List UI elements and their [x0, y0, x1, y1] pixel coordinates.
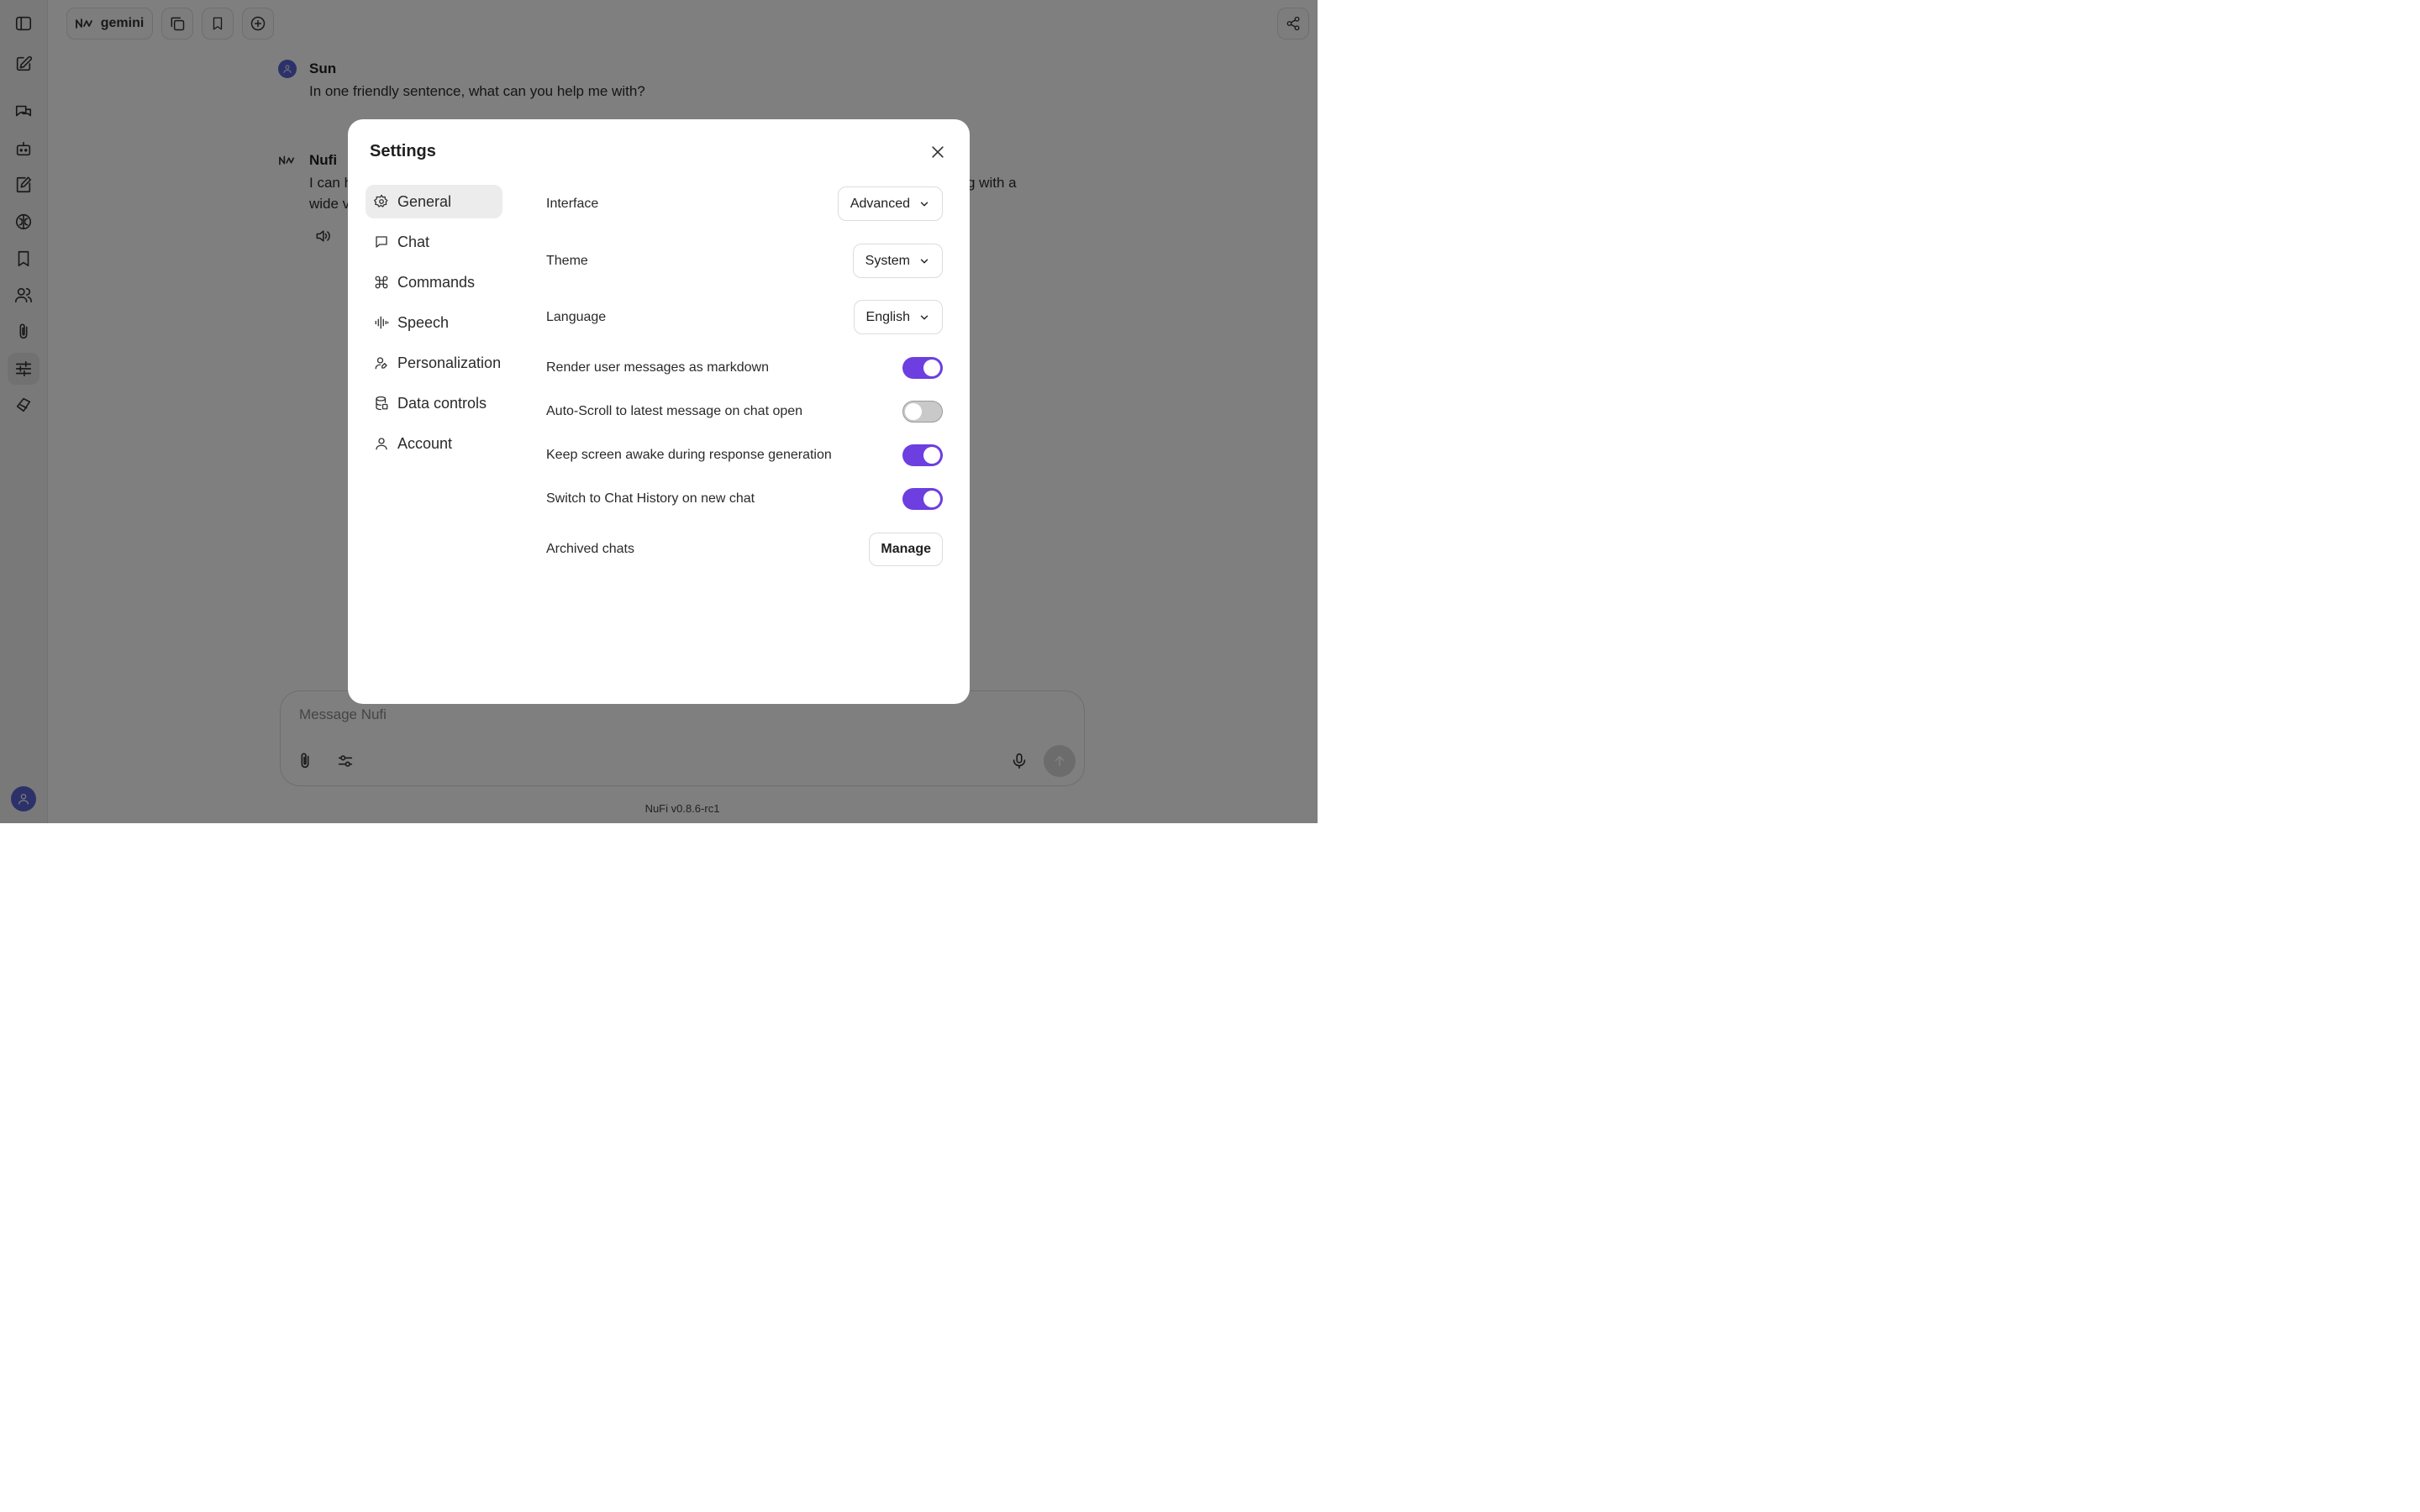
tab-commands[interactable]: Commands — [366, 265, 502, 299]
toggle-knob — [923, 491, 940, 507]
manage-archived-button[interactable]: Manage — [869, 533, 943, 566]
theme-dropdown[interactable]: System — [852, 244, 943, 278]
theme-value: System — [865, 253, 910, 268]
interface-label: Interface — [546, 196, 599, 211]
tab-speech[interactable]: Speech — [366, 306, 502, 339]
autoscroll-toggle-label: Auto-Scroll to latest message on chat op… — [546, 404, 803, 418]
theme-label: Theme — [546, 253, 588, 268]
markdown-toggle-row: Render user messages as markdown — [546, 357, 943, 379]
tab-data-controls-label: Data controls — [397, 394, 487, 412]
tab-general-label: General — [397, 192, 452, 210]
tab-data-controls[interactable]: Data controls — [366, 386, 502, 420]
user-pen-icon — [374, 355, 389, 370]
tab-chat[interactable]: Chat — [366, 225, 502, 259]
database-icon — [374, 396, 389, 411]
tab-commands-label: Commands — [397, 273, 476, 291]
chat-history-toggle-label: Switch to Chat History on new chat — [546, 491, 755, 506]
archived-chats-label: Archived chats — [546, 542, 634, 556]
tab-chat-label: Chat — [397, 233, 430, 250]
archived-chats-row: Archived chats Manage — [546, 533, 943, 566]
tab-account[interactable]: Account — [366, 427, 502, 460]
screen-awake-toggle[interactable] — [902, 444, 943, 466]
chat-history-toggle-row: Switch to Chat History on new chat — [546, 488, 943, 510]
chat-history-toggle[interactable] — [902, 488, 943, 510]
settings-nav: General Chat Commands Speech Personaliza… — [366, 185, 502, 467]
toggle-knob — [905, 403, 922, 420]
settings-modal: Settings General Chat Commands Speech Pe… — [348, 119, 970, 704]
modal-title: Settings — [370, 142, 436, 160]
chevron-down-icon — [918, 312, 930, 323]
tab-personalization-label: Personalization — [397, 354, 502, 371]
screen-awake-toggle-row: Keep screen awake during response genera… — [546, 444, 943, 466]
tab-speech-label: Speech — [397, 313, 450, 331]
tab-personalization[interactable]: Personalization — [366, 346, 502, 380]
interface-dropdown[interactable]: Advanced — [837, 186, 943, 221]
tab-account-label: Account — [397, 434, 453, 452]
chat-bubble-icon — [374, 234, 389, 249]
tab-general[interactable]: General — [366, 185, 502, 218]
interface-row: Interface Advanced — [546, 186, 943, 221]
interface-value: Advanced — [850, 196, 910, 211]
toggle-knob — [923, 447, 940, 464]
waveform-icon — [374, 315, 389, 330]
language-value: English — [865, 309, 910, 324]
autoscroll-toggle-row: Auto-Scroll to latest message on chat op… — [546, 401, 943, 423]
language-label: Language — [546, 309, 607, 324]
close-icon[interactable] — [928, 142, 948, 162]
chevron-down-icon — [918, 255, 930, 267]
chevron-down-icon — [918, 198, 930, 210]
user-icon — [374, 436, 389, 451]
screen-awake-toggle-label: Keep screen awake during response genera… — [546, 448, 832, 462]
toggle-knob — [923, 360, 940, 376]
gear-icon — [374, 194, 389, 209]
command-icon — [374, 275, 389, 290]
language-row: Language English — [546, 300, 943, 334]
autoscroll-toggle[interactable] — [902, 401, 943, 423]
markdown-toggle[interactable] — [902, 357, 943, 379]
theme-row: Theme System — [546, 244, 943, 278]
language-dropdown[interactable]: English — [853, 300, 943, 334]
markdown-toggle-label: Render user messages as markdown — [546, 360, 770, 375]
